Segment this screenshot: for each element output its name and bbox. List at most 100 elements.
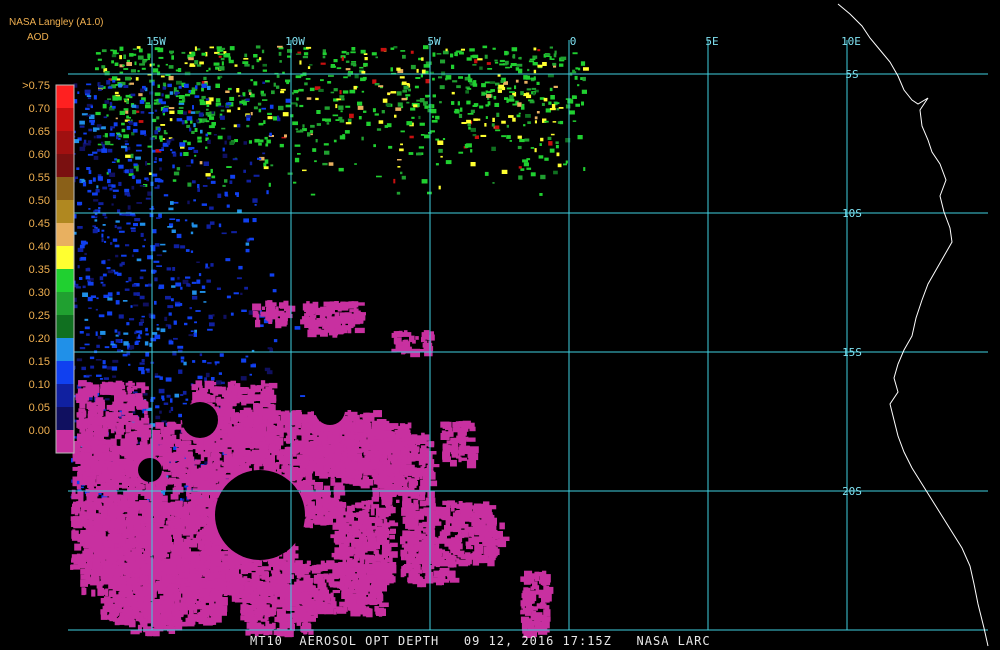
aerosol-pixel xyxy=(98,506,107,513)
aerosol-pixel xyxy=(209,46,214,49)
aerosol-pixel xyxy=(120,616,124,624)
aerosol-pixel xyxy=(115,339,121,343)
aerosol-pixel xyxy=(197,184,200,188)
aerosol-pixel xyxy=(119,461,124,466)
aerosol-pixel xyxy=(310,124,315,128)
aerosol-pixel xyxy=(71,534,78,541)
aerosol-pixel xyxy=(127,213,130,216)
aerosol-pixel xyxy=(425,70,429,74)
aerosol-pixel xyxy=(445,75,452,80)
aerosol-pixel xyxy=(184,322,188,326)
aerosol-pixel xyxy=(187,182,192,187)
aerosol-pixel xyxy=(209,322,215,327)
aerosol-pixel xyxy=(202,606,210,615)
aerosol-pixel xyxy=(438,76,443,79)
aerosol-pixel xyxy=(180,360,184,363)
aerosol-pixel xyxy=(273,82,276,87)
aerosol-pixel xyxy=(116,135,119,140)
aerosol-pixel xyxy=(124,444,128,449)
aerosol-pixel xyxy=(98,89,102,91)
aerosol-pixel xyxy=(153,589,157,598)
aerosol-pixel xyxy=(79,180,82,183)
aerosol-pixel xyxy=(361,90,365,93)
aerosol-pixel xyxy=(114,158,118,161)
aerosol-pixel xyxy=(123,68,129,70)
aerosol-pixel xyxy=(154,489,161,496)
aerosol-pixel xyxy=(107,311,113,316)
aerosol-pixel xyxy=(143,238,146,241)
aerosol-pixel xyxy=(270,164,274,167)
aerosol-pixel xyxy=(408,152,414,155)
aerosol-pixel xyxy=(357,101,363,106)
aerosol-pixel xyxy=(114,225,117,228)
aerosol-pixel xyxy=(307,66,311,69)
aerosol-pixel xyxy=(378,120,384,124)
aerosol-pixel xyxy=(122,64,125,67)
aerosol-pixel xyxy=(103,377,109,380)
aerosol-pixel xyxy=(123,108,129,111)
aerosol-pixel xyxy=(126,100,129,104)
aerosol-pixel xyxy=(201,285,206,289)
aerosol-pixel xyxy=(494,102,500,107)
aerosol-pixel xyxy=(100,590,108,595)
aerosol-pixel xyxy=(88,514,98,521)
aerosol-pixel xyxy=(322,52,327,56)
aerosol-pixel xyxy=(133,249,139,253)
aerosol-pixel xyxy=(221,127,226,130)
aerosol-pixel xyxy=(123,98,128,100)
aerosol-pixel xyxy=(457,101,460,106)
aerosol-pixel xyxy=(104,100,109,104)
aerosol-pixel xyxy=(424,105,429,109)
aerosol-pixel xyxy=(298,88,304,92)
aerosol-pixel xyxy=(144,410,148,415)
aerosol-pixel xyxy=(104,240,107,243)
aerosol-pixel xyxy=(117,133,121,136)
aerosol-pixel xyxy=(82,182,87,187)
aerosol-pixel xyxy=(103,520,112,527)
aerosol-pixel xyxy=(157,71,161,76)
aerosol-pixel xyxy=(357,105,364,110)
aerosol-pixel xyxy=(113,52,119,55)
aerosol-pixel xyxy=(86,95,92,97)
aerosol-pixel xyxy=(194,154,197,157)
aerosol-pixel xyxy=(208,97,214,102)
aerosol-pixel xyxy=(211,122,216,126)
aerosol-pixel xyxy=(267,116,273,120)
aerosol-pixel xyxy=(196,535,201,541)
aerosol-pixel xyxy=(232,392,237,396)
aerosol-pixel xyxy=(176,233,182,239)
aerosol-pixel xyxy=(150,337,157,342)
aerosol-pixel xyxy=(420,74,423,78)
aerosol-pixel xyxy=(309,130,314,134)
aerosol-pixel xyxy=(341,98,345,101)
aerosol-pixel xyxy=(297,153,301,155)
aerosol-pixel xyxy=(512,103,517,106)
aerosol-pixel xyxy=(363,62,368,67)
aerosol-pixel xyxy=(322,118,326,122)
aerosol-pixel xyxy=(136,535,145,543)
aerosol-pixel xyxy=(421,69,426,74)
aerosol-pixel xyxy=(79,120,85,125)
aerosol-pixel xyxy=(401,175,406,180)
aerosol-pixel xyxy=(336,67,342,70)
aerosol-pixel xyxy=(293,89,299,94)
aerosol-pixel xyxy=(199,101,206,106)
aerosol-pixel xyxy=(550,133,555,136)
aerosol-pixel xyxy=(178,85,182,89)
aerosol-pixel xyxy=(113,442,117,446)
aerosol-pixel xyxy=(479,66,483,70)
aerosol-pixel xyxy=(439,101,442,104)
aerosol-pixel xyxy=(195,85,198,89)
aerosol-pixel xyxy=(131,579,137,586)
aerosol-pixel xyxy=(126,549,131,555)
aerosol-pixel xyxy=(343,76,348,79)
aerosol-pixel xyxy=(246,179,251,183)
aerosol-pixel xyxy=(245,462,250,469)
aerosol-pixel xyxy=(119,110,125,115)
aerosol-pixel xyxy=(106,366,112,370)
aerosol-pixel xyxy=(167,226,173,228)
aerosol-pixel xyxy=(320,62,326,65)
aerosol-pixel xyxy=(100,281,104,284)
aerosol-pixel xyxy=(154,375,161,378)
aerosol-pixel xyxy=(195,310,201,312)
